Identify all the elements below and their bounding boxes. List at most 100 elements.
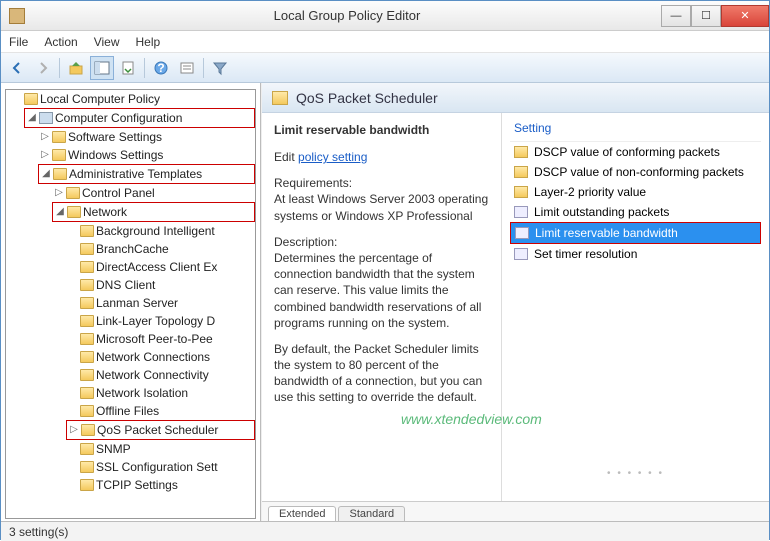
folder-icon: [80, 405, 94, 417]
tree-item-offline-files[interactable]: Offline Files: [66, 402, 255, 420]
folder-icon: [80, 387, 94, 399]
folder-icon: [80, 297, 94, 309]
tree-item-label: DirectAccess Client Ex: [96, 258, 217, 276]
setting-label: Limit reservable bandwidth: [535, 224, 678, 242]
tree-item-microsoft-peer-to-pee[interactable]: Microsoft Peer-to-Pee: [66, 330, 255, 348]
setting-item-dscp-value-of-non-conforming-packets[interactable]: DSCP value of non-conforming packets: [510, 162, 761, 182]
tree-network[interactable]: ◢Network: [52, 202, 255, 222]
maximize-button[interactable]: ☐: [691, 5, 721, 27]
setting-item-limit-reservable-bandwidth[interactable]: Limit reservable bandwidth: [510, 222, 761, 244]
view-tabs: Extended Standard: [262, 501, 769, 521]
folder-icon: [80, 479, 94, 491]
folder-icon: [67, 206, 81, 218]
forward-button[interactable]: [31, 56, 55, 80]
tree-item-label: Network Connections: [96, 348, 210, 366]
folder-icon: [514, 146, 528, 158]
main-area: Local Computer Policy ◢Computer Configur…: [1, 83, 769, 521]
folder-icon: [66, 187, 80, 199]
tree-item-snmp[interactable]: SNMP: [66, 440, 255, 458]
tree-item-label: Microsoft Peer-to-Pee: [96, 330, 213, 348]
tree-item-background-intelligent[interactable]: Background Intelligent: [66, 222, 255, 240]
statusbar: 3 setting(s): [1, 521, 769, 541]
folder-icon: [514, 166, 528, 178]
tree-computer-configuration[interactable]: ◢Computer Configuration: [24, 108, 255, 128]
tree-item-label: DNS Client: [96, 276, 155, 294]
tree-item-network-isolation[interactable]: Network Isolation: [66, 384, 255, 402]
setting-label: Set timer resolution: [534, 245, 637, 263]
setting-item-dscp-value-of-conforming-packets[interactable]: DSCP value of conforming packets: [510, 142, 761, 162]
folder-icon: [272, 91, 288, 105]
folder-icon: [80, 315, 94, 327]
description-text-2: By default, the Packet Scheduler limits …: [274, 341, 489, 406]
setting-item-set-timer-resolution[interactable]: Set timer resolution: [510, 244, 761, 264]
window-controls: — ☐ ✕: [661, 5, 769, 27]
close-button[interactable]: ✕: [721, 5, 769, 27]
minimize-button[interactable]: —: [661, 5, 691, 27]
menubar: File Action View Help: [1, 31, 769, 53]
tree-administrative-templates[interactable]: ◢Administrative Templates: [38, 164, 255, 184]
help-button[interactable]: ?: [149, 56, 173, 80]
tree-item-label: SNMP: [96, 440, 131, 458]
tree-item-network-connectivity[interactable]: Network Connectivity: [66, 366, 255, 384]
tree-item-label: Offline Files: [96, 402, 159, 420]
tree-pane: Local Computer Policy ◢Computer Configur…: [1, 83, 261, 521]
tree-control-panel[interactable]: ▷Control Panel: [52, 184, 255, 202]
tree-item-qos-packet-scheduler[interactable]: ▷QoS Packet Scheduler: [66, 420, 255, 440]
edit-policy-link[interactable]: policy setting: [298, 150, 367, 164]
tree-item-ssl-configuration-sett[interactable]: SSL Configuration Sett: [66, 458, 255, 476]
tree-item-label: Lanman Server: [96, 294, 178, 312]
folder-icon: [80, 351, 94, 363]
content-header: QoS Packet Scheduler: [262, 83, 769, 113]
requirements-text: At least Windows Server 2003 operating s…: [274, 192, 488, 222]
setting-label: DSCP value of conforming packets: [534, 143, 720, 161]
show-tree-button[interactable]: [90, 56, 114, 80]
back-button[interactable]: [5, 56, 29, 80]
tree-item-label: SSL Configuration Sett: [96, 458, 218, 476]
tree-item-directaccess-client-ex[interactable]: DirectAccess Client Ex: [66, 258, 255, 276]
policy-tree[interactable]: Local Computer Policy ◢Computer Configur…: [6, 90, 255, 494]
column-header-setting[interactable]: Setting: [510, 119, 761, 142]
splitter-handle[interactable]: • • • • • •: [607, 468, 664, 479]
setting-label: Limit outstanding packets: [534, 203, 669, 221]
folder-icon: [53, 168, 67, 180]
menu-view[interactable]: View: [94, 35, 120, 49]
menu-file[interactable]: File: [9, 35, 28, 49]
folder-icon: [52, 149, 66, 161]
folder-icon: [24, 93, 38, 105]
properties-button[interactable]: [175, 56, 199, 80]
policy-icon: [514, 248, 528, 260]
settings-list-pane: Setting DSCP value of conforming packets…: [502, 113, 769, 501]
folder-icon: [514, 186, 528, 198]
tab-standard[interactable]: Standard: [338, 506, 405, 521]
folder-icon: [80, 333, 94, 345]
tree-item-lanman-server[interactable]: Lanman Server: [66, 294, 255, 312]
tree-item-branchcache[interactable]: BranchCache: [66, 240, 255, 258]
tree-software-settings[interactable]: ▷Software Settings: [38, 128, 255, 146]
menu-action[interactable]: Action: [44, 35, 77, 49]
tree-item-label: Background Intelligent: [96, 222, 215, 240]
up-button[interactable]: [64, 56, 88, 80]
tree-item-network-connections[interactable]: Network Connections: [66, 348, 255, 366]
tree-item-link-layer-topology-d[interactable]: Link-Layer Topology D: [66, 312, 255, 330]
export-button[interactable]: [116, 56, 140, 80]
menu-help[interactable]: Help: [136, 35, 161, 49]
tree-item-label: Network Isolation: [96, 384, 188, 402]
folder-icon: [80, 243, 94, 255]
svg-text:?: ?: [157, 61, 164, 75]
tree-item-tcpip-settings[interactable]: TCPIP Settings: [66, 476, 255, 494]
tab-extended[interactable]: Extended: [268, 506, 336, 521]
policy-icon: [515, 227, 529, 239]
setting-item-limit-outstanding-packets[interactable]: Limit outstanding packets: [510, 202, 761, 222]
tree-windows-settings[interactable]: ▷Windows Settings: [38, 146, 255, 164]
setting-item-layer-2-priority-value[interactable]: Layer-2 priority value: [510, 182, 761, 202]
filter-button[interactable]: [208, 56, 232, 80]
setting-label: DSCP value of non-conforming packets: [534, 163, 744, 181]
description-pane: Limit reservable bandwidth Edit policy s…: [262, 113, 502, 501]
tree-item-label: BranchCache: [96, 240, 169, 258]
description-text: Determines the percentage of connection …: [274, 251, 481, 330]
computer-icon: [39, 112, 53, 124]
tree-item-dns-client[interactable]: DNS Client: [66, 276, 255, 294]
folder-icon: [80, 461, 94, 473]
requirements-label: Requirements:: [274, 176, 352, 190]
tree-root[interactable]: Local Computer Policy: [10, 90, 255, 108]
